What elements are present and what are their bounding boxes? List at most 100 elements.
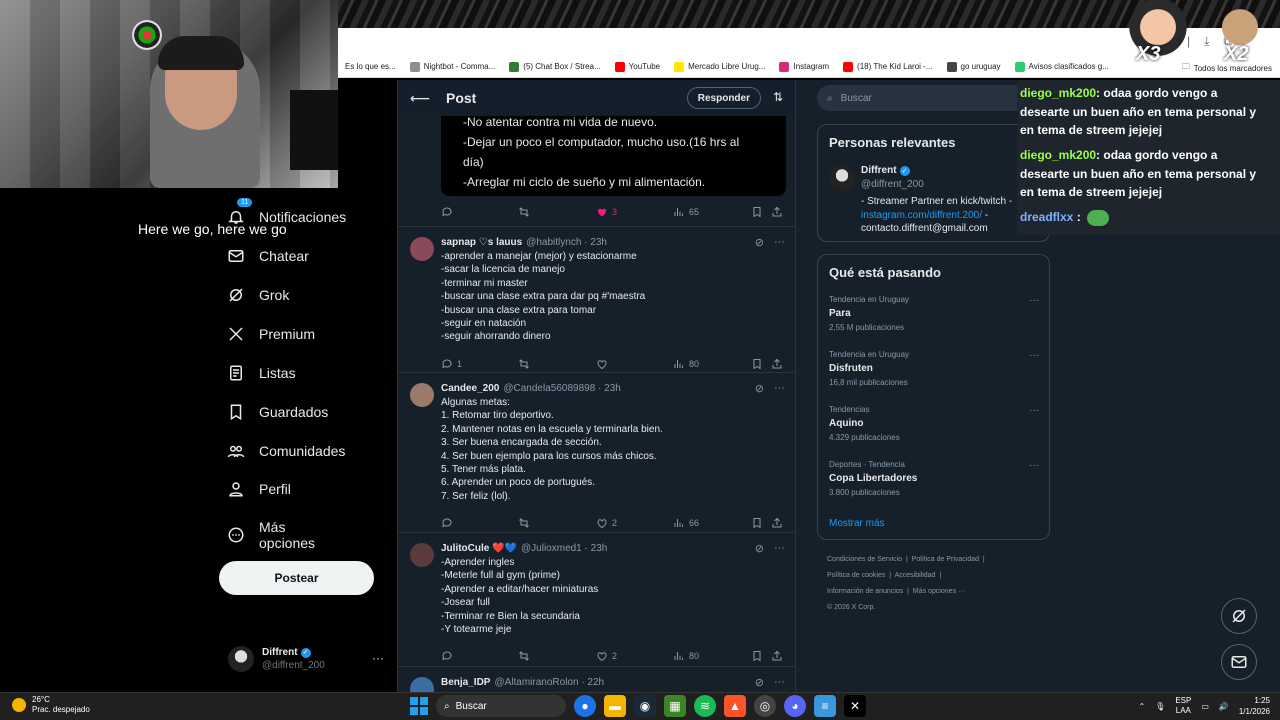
bookmark-item[interactable]: (18) The Kid Laroi -... bbox=[836, 61, 939, 72]
weather-widget[interactable]: 26°C Prac. despejado bbox=[12, 695, 90, 715]
language-indicator[interactable]: ESP LAA bbox=[1175, 696, 1191, 716]
notepad-icon[interactable]: ≡ bbox=[814, 695, 836, 717]
more-icon[interactable]: ··· bbox=[1029, 460, 1039, 471]
tweet-handle[interactable]: @Julioxmed1 · 23h bbox=[521, 543, 607, 554]
like-action[interactable]: 2 bbox=[596, 650, 617, 662]
grok-icon[interactable]: ⊘ bbox=[755, 542, 764, 555]
share-action[interactable] bbox=[771, 358, 783, 370]
footer-link[interactable]: Más opciones ··· bbox=[913, 588, 965, 595]
spotify-icon[interactable]: ≋ bbox=[694, 695, 716, 717]
bookmark-action[interactable] bbox=[751, 650, 763, 662]
bookmark-item[interactable]: go uruguay bbox=[940, 61, 1008, 72]
more-icon[interactable]: ··· bbox=[774, 676, 785, 689]
sidebar-item-premium[interactable]: Premium bbox=[227, 325, 315, 343]
retweet-action[interactable] bbox=[518, 358, 534, 370]
reply-button[interactable]: Responder bbox=[686, 87, 761, 109]
footer-link[interactable]: Política de Privacidad bbox=[912, 556, 979, 563]
tweet-author[interactable]: sapnap ♡s lauus bbox=[441, 237, 522, 248]
retweet-action[interactable] bbox=[518, 650, 534, 662]
tweet-handle[interactable]: @habitlynch · 23h bbox=[526, 237, 607, 248]
more-icon[interactable]: ··· bbox=[774, 236, 785, 249]
tweet[interactable]: JulitoCule ❤️💙 @Julioxmed1 · 23h ⊘ ··· -Apre… bbox=[398, 532, 795, 666]
avatar[interactable] bbox=[410, 383, 434, 407]
more-icon[interactable]: ··· bbox=[1029, 295, 1039, 306]
sidebar-item-grok[interactable]: Grok bbox=[227, 286, 289, 304]
minecraft-icon[interactable]: ▦ bbox=[664, 695, 686, 717]
bookmark-item[interactable]: (5) Chat Box / Strea... bbox=[502, 61, 607, 72]
relevant-name-row[interactable]: Diffrent ✓ bbox=[861, 165, 910, 176]
tweet-handle[interactable]: @AltamiranoRolon · 22h bbox=[494, 677, 604, 688]
x-app-icon[interactable]: ✕ bbox=[844, 695, 866, 717]
sidebar-item-chatear[interactable]: Chatear bbox=[227, 247, 309, 265]
tweet[interactable]: Benja_IDP @AltamiranoRolon · 22h ⊘ ··· bbox=[398, 666, 795, 692]
tweet-author[interactable]: JulitoCule ❤️💙 bbox=[441, 543, 517, 554]
like-action[interactable]: 3 bbox=[596, 206, 617, 218]
bookmark-action[interactable] bbox=[751, 358, 763, 370]
show-more-link[interactable]: Mostrar más bbox=[829, 518, 885, 529]
tweet[interactable]: sapnap ♡s lauus @habitlynch · 23h ⊘ ··· -apr… bbox=[398, 226, 795, 372]
bio-link[interactable]: instagram.com/diffrent.200/ bbox=[861, 210, 982, 221]
retweet-action[interactable] bbox=[518, 206, 530, 218]
trend-item[interactable]: Deportes · Tendencia Copa Libertadores 3.8… bbox=[829, 460, 1039, 497]
more-icon[interactable]: ··· bbox=[774, 542, 785, 555]
reply-action[interactable] bbox=[441, 650, 457, 662]
share-action[interactable] bbox=[771, 206, 783, 218]
like-action[interactable]: 2 bbox=[596, 517, 617, 529]
avatar[interactable] bbox=[410, 543, 434, 567]
bookmark-item[interactable]: Instagram bbox=[772, 61, 836, 72]
sidebar-item-guardados[interactable]: Guardados bbox=[227, 403, 328, 421]
share-action[interactable] bbox=[771, 517, 783, 529]
settings-icon[interactable]: ⇅ bbox=[773, 90, 783, 104]
sidebar-item-mas-opciones[interactable]: Más opciones bbox=[227, 519, 315, 551]
network-icon[interactable]: ▭ bbox=[1201, 702, 1209, 711]
footer-link[interactable]: Condiciones de Servicio bbox=[827, 556, 902, 563]
bookmark-item[interactable]: Avisos clasificados g... bbox=[1008, 61, 1116, 72]
trend-item[interactable]: Tendencias Aquino 4.329 publicaciones ··· bbox=[829, 405, 1039, 442]
grok-icon[interactable]: ⊘ bbox=[755, 676, 764, 689]
more-icon[interactable]: ··· bbox=[1029, 350, 1039, 361]
bookmark-action[interactable] bbox=[751, 517, 763, 529]
messages-fab[interactable] bbox=[1221, 644, 1257, 680]
account-more-icon[interactable]: ··· bbox=[372, 651, 384, 665]
taskbar-search[interactable]: ⌕ Buscar bbox=[436, 695, 566, 717]
avatar[interactable] bbox=[410, 677, 434, 692]
like-action[interactable] bbox=[596, 358, 612, 370]
reply-action[interactable] bbox=[441, 517, 457, 529]
grok-icon[interactable]: ⊘ bbox=[755, 382, 764, 395]
bookmark-item[interactable]: Es lo que es... bbox=[338, 62, 403, 72]
footer-link[interactable]: Información de anuncios bbox=[827, 588, 903, 595]
tweet-author[interactable]: Benja_IDP bbox=[441, 677, 490, 688]
address-field[interactable] bbox=[342, 32, 1082, 52]
views-action[interactable]: 80 bbox=[673, 358, 699, 370]
footer-link[interactable]: Accesibilidad bbox=[895, 572, 936, 579]
back-arrow-icon[interactable]: ⟵ bbox=[410, 90, 434, 107]
sidebar-item-comunidades[interactable]: Comunidades bbox=[227, 442, 345, 460]
retweet-action[interactable] bbox=[518, 517, 534, 529]
avatar[interactable] bbox=[410, 237, 434, 261]
sidebar-item-perfil[interactable]: Perfil bbox=[227, 480, 291, 498]
reply-action[interactable] bbox=[441, 206, 453, 218]
bookmark-action[interactable] bbox=[751, 206, 763, 218]
search-input[interactable]: ⌕ Buscar bbox=[817, 85, 1029, 111]
grok-icon[interactable]: ⊘ bbox=[755, 236, 764, 249]
tweet-handle[interactable]: @Candela56089898 · 23h bbox=[503, 383, 620, 394]
clock[interactable]: 1:25 1/1/2026 bbox=[1239, 695, 1270, 717]
account-switcher[interactable]: Diffrent ✓ @diffrent_200 ··· bbox=[228, 643, 388, 675]
chrome-icon[interactable]: ● bbox=[574, 695, 596, 717]
avatar[interactable] bbox=[829, 165, 855, 191]
views-action[interactable]: 65 bbox=[673, 206, 699, 218]
reply-action[interactable]: 1 bbox=[441, 358, 462, 370]
sidebar-item-listas[interactable]: Listas bbox=[227, 364, 296, 382]
obs-icon[interactable]: ◎ bbox=[754, 695, 776, 717]
bookmark-item[interactable]: Nightbot - Comma... bbox=[403, 61, 503, 72]
grok-fab[interactable] bbox=[1221, 598, 1257, 634]
views-action[interactable]: 66 bbox=[673, 517, 699, 529]
chevron-up-icon[interactable]: ⌃ bbox=[1138, 702, 1145, 711]
bookmark-item[interactable]: Mercado Libre Urug... bbox=[667, 61, 772, 72]
post-button[interactable]: Postear bbox=[219, 561, 374, 595]
trend-item[interactable]: Tendencia en Uruguay Disfruten 16,8 mil pu… bbox=[829, 350, 1039, 387]
brave-icon[interactable]: ▲ bbox=[724, 695, 746, 717]
more-icon[interactable]: ··· bbox=[1029, 405, 1039, 416]
trend-item[interactable]: Tendencia en Uruguay Para 2,55 M publicaci… bbox=[829, 295, 1039, 332]
file-explorer-icon[interactable]: ▬ bbox=[604, 695, 626, 717]
